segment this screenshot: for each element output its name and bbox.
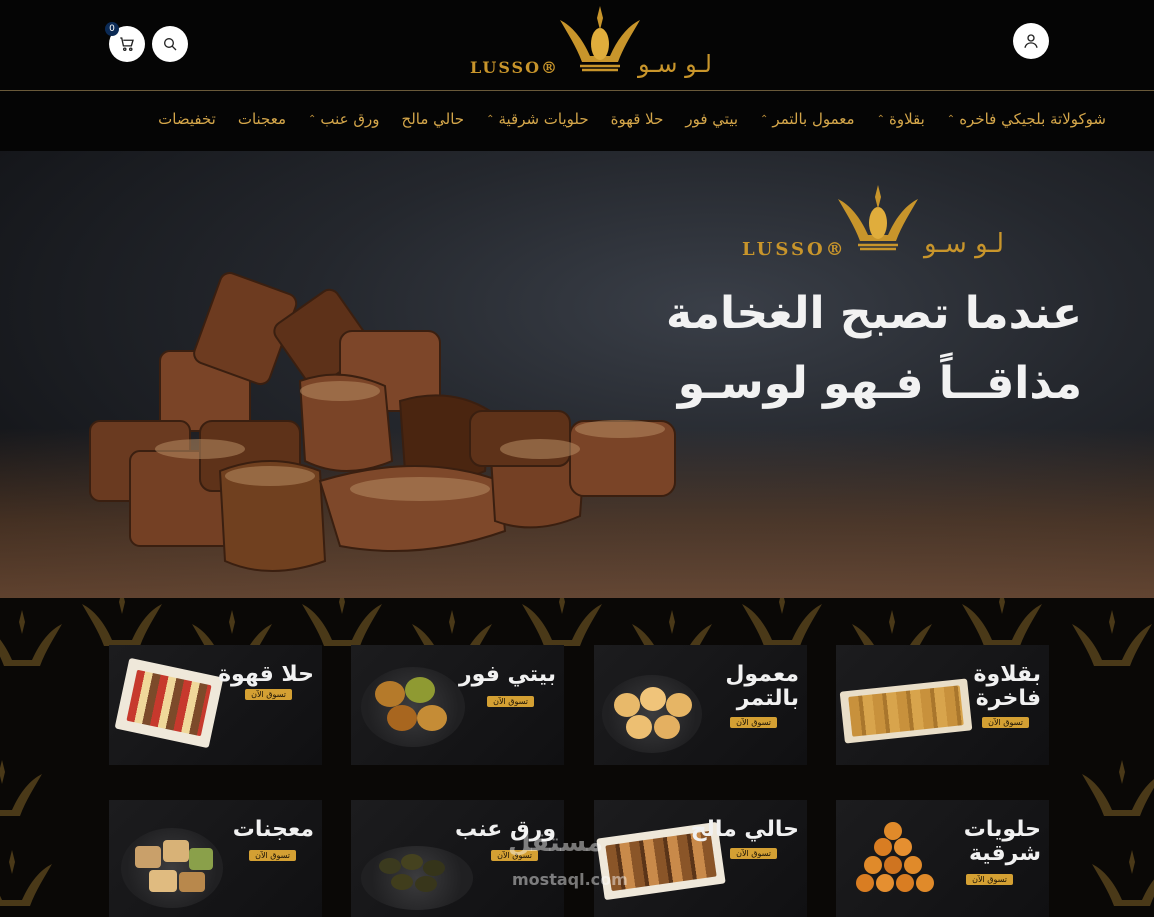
hero-tagline: عندما تصبح الغخامة مذاقــاً فـهو لوسـو (666, 279, 1082, 419)
category-card-petit-four[interactable]: بيتي فور تسوق الآن (351, 645, 564, 765)
product-image (121, 828, 223, 908)
chevron-down-icon: ⌃ (946, 113, 956, 125)
logo-arabic-text: لـو سـو (638, 50, 712, 78)
hero-tagline-line1: عندما تصبح الغخامة (666, 288, 1082, 339)
chevron-down-icon: ⌃ (486, 113, 495, 125)
nav-item-discounts[interactable]: تخفيضات (158, 110, 216, 128)
category-card-baklava[interactable]: بقلاوة فاخرة تسوق الآن (836, 645, 1049, 765)
chevron-down-icon: ⌃ (308, 113, 317, 125)
crown-logo-icon (560, 6, 640, 72)
hero-logo-arabic: لـو سـو (924, 229, 1005, 259)
category-title: معجنات (232, 817, 314, 842)
nav-item-grape-leaves[interactable]: ورق عنب ⌃ (308, 110, 380, 128)
search-button[interactable] (152, 26, 188, 62)
hero-tagline-line2: مذاقــاً فـهو لوسـو (677, 358, 1082, 409)
shop-now-button[interactable]: تسوق الآن (730, 717, 777, 728)
category-title: حلويات شرقية (963, 817, 1041, 866)
category-title: معمول بالتمر (725, 662, 799, 711)
account-button[interactable] (1013, 23, 1049, 59)
cart-button[interactable]: 0 (105, 22, 145, 62)
shop-now-button[interactable]: تسوق الآن (982, 717, 1029, 728)
nav-label: تخفيضات (158, 110, 216, 128)
nav-label: حلا قهوة (610, 110, 664, 128)
site-logo[interactable]: LUSSO® لـو سـو (470, 4, 720, 84)
product-image (602, 675, 702, 753)
nav-item-pastries[interactable]: معجنات (238, 110, 286, 128)
category-card-savory[interactable]: حالي مالح تسوق الآن (594, 800, 807, 917)
category-card-maamoul[interactable]: معمول بالتمر تسوق الآن (594, 645, 807, 765)
category-title: حالي مالح (690, 817, 799, 842)
shop-now-button[interactable]: تسوق الآن (249, 850, 296, 861)
category-card-oriental-sweets[interactable]: حلويات شرقية تسوق الآن (836, 800, 1049, 917)
nav-item-baklava[interactable]: بقلاوة ⌃ (877, 110, 925, 128)
cart-count-badge: 0 (105, 22, 119, 36)
shop-now-button[interactable]: تسوق الآن (730, 848, 777, 859)
search-icon (164, 38, 177, 51)
site-header: 0 LUSSO® لـو سـو (0, 0, 1154, 91)
product-image (854, 820, 934, 910)
nav-label: حلويات شرقية (498, 110, 589, 128)
main-nav: شوكولاتة بلجيكي فاخره ⌃ بقلاوة ⌃ معمول بال… (0, 92, 1154, 150)
chocolates-image (89, 272, 676, 572)
nav-label: بيتي فور (685, 110, 739, 128)
watermark-arabic: مستقل (508, 828, 604, 858)
category-title: حلا قهوة (218, 662, 314, 687)
watermark-latin: mostaql.com (512, 870, 628, 889)
chevron-down-icon: ⌃ (760, 113, 769, 125)
category-card-pastries[interactable]: معجنات تسوق الآن (109, 800, 322, 917)
nav-label: بقلاوة (888, 110, 925, 128)
cart-icon (120, 37, 134, 52)
product-image (114, 657, 224, 749)
nav-list: شوكولاتة بلجيكي فاخره ⌃ بقلاوة ⌃ معمول بال… (158, 110, 1106, 128)
nav-item-savory[interactable]: حالي مالح (402, 110, 465, 128)
nav-item-belgian-chocolate[interactable]: شوكولاتة بلجيكي فاخره ⌃ (947, 110, 1106, 128)
category-card-coffee-sweets[interactable]: حلا قهوة تسوق الآن (109, 645, 322, 765)
chevron-down-icon: ⌃ (876, 113, 885, 125)
nav-label: ورق عنب (320, 110, 380, 128)
shop-now-button[interactable]: تسوق الآن (966, 874, 1013, 885)
nav-label: معجنات (237, 110, 287, 128)
nav-item-petit-four[interactable]: بيتي فور (685, 110, 738, 128)
product-image (361, 846, 473, 910)
logo-latin-text: LUSSO® (470, 58, 560, 77)
nav-label: حالي مالح (401, 110, 465, 128)
shop-now-button[interactable]: تسوق الآن (487, 696, 534, 707)
nav-label: معمول بالتمر (772, 110, 855, 128)
category-card-grape-leaves[interactable]: ورق عنب تسوق الآن (351, 800, 564, 917)
nav-item-coffee-sweets[interactable]: حلا قهوة (611, 110, 664, 128)
shop-now-button[interactable]: تسوق الآن (245, 689, 292, 700)
product-image (361, 667, 465, 747)
user-icon (1024, 34, 1038, 48)
nav-label: شوكولاتة بلجيكي فاخره (959, 110, 1106, 128)
nav-item-maamoul[interactable]: معمول بالتمر ⌃ (760, 110, 855, 128)
hero-banner: LUSSO® لـو سـو عندما تصبح الغخامة مذاقــ… (0, 151, 1154, 598)
hero-crown-logo-icon (838, 185, 918, 251)
hero-logo-latin: LUSSO® (742, 239, 847, 260)
category-title: بيتي فور (458, 662, 556, 687)
nav-item-oriental-sweets[interactable]: حلويات شرقية ⌃ (486, 110, 589, 128)
category-title: بقلاوة فاخرة (973, 662, 1041, 711)
